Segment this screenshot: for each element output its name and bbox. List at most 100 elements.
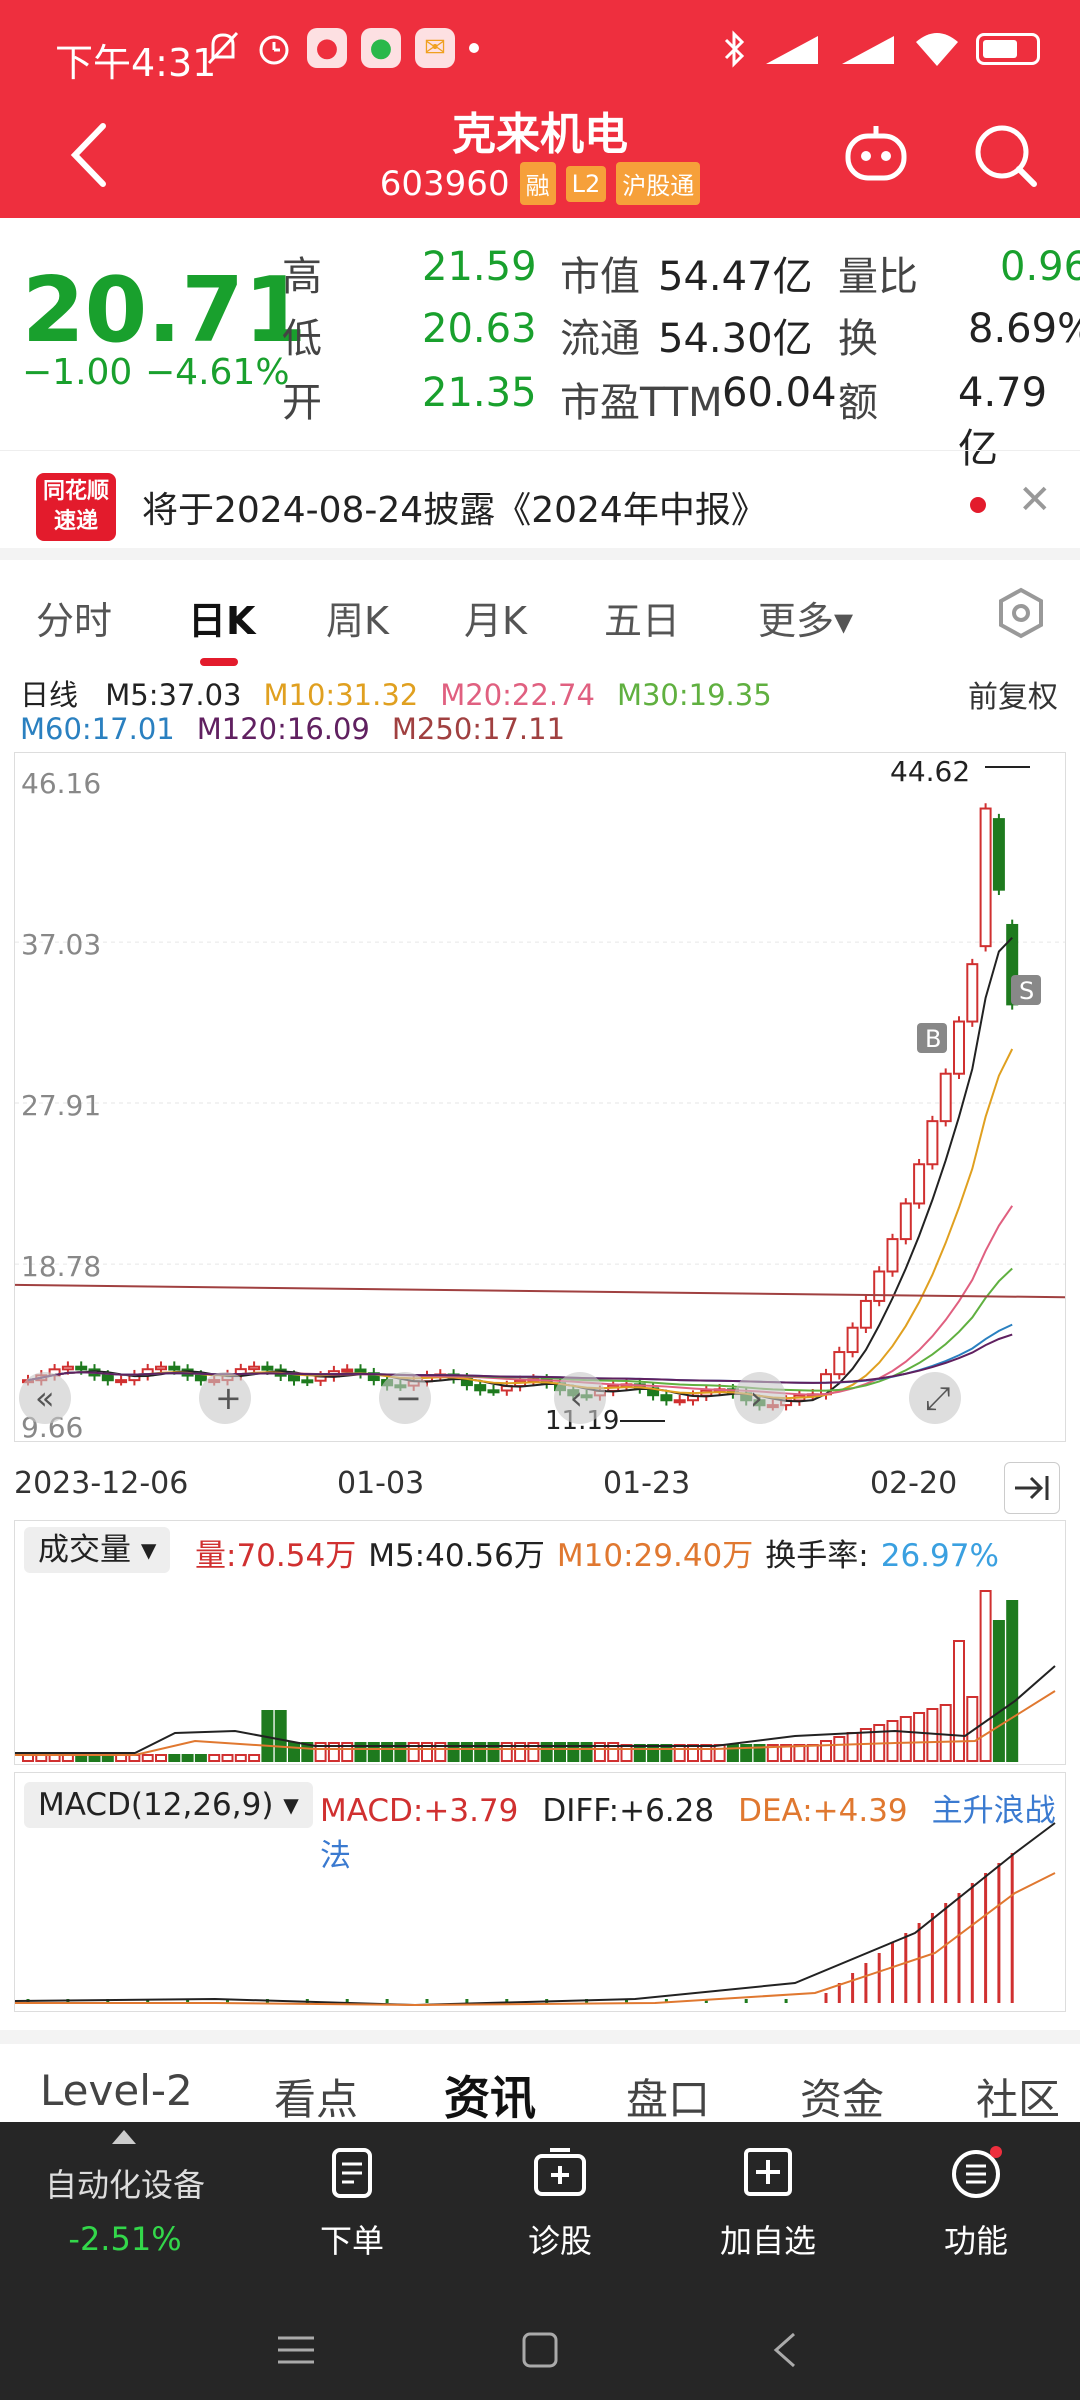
volume-bar (886, 1720, 899, 1762)
candle-body (61, 1365, 74, 1371)
tab-more[interactable]: 更多▾ (758, 590, 853, 645)
sector-change: -2.51% (68, 2220, 182, 2258)
tab-highlights[interactable]: 看点 (274, 2066, 358, 2127)
volume-legend: 量:70.54万 M5:40.56万 M10:29.40万 换手率: 26.97% (195, 1530, 1011, 1575)
order-label: 下单 (319, 2222, 384, 2260)
diagnose-icon (534, 2148, 586, 2196)
volume-bar (700, 1744, 713, 1762)
tab-level2[interactable]: Level-2 (40, 2066, 193, 2115)
search-icon[interactable] (970, 120, 1040, 190)
stock-code-row: 603960 融 L2 沪股通 (0, 162, 1080, 205)
y-axis-label: 27.91 (21, 1089, 101, 1122)
jump-to-latest-button[interactable] (1004, 1462, 1060, 1514)
adjustment-toggle[interactable]: 前复权 (968, 672, 1058, 716)
ma250-line (14, 1283, 1066, 1299)
expand-up-icon[interactable] (112, 2130, 136, 2144)
volume-indicator-select[interactable]: 成交量 ▾ (24, 1527, 171, 1573)
logo-line1: 同花顺 (42, 479, 109, 504)
tab-intraday[interactable]: 分时 (36, 590, 112, 645)
margin-badge: 融 (519, 162, 556, 205)
ma-value-1: M10:31.32 (263, 678, 419, 712)
volume-bar (713, 1744, 726, 1762)
back-nav-icon[interactable] (770, 2330, 800, 2370)
chart-nav-icon: + (215, 1379, 242, 1417)
diagnose-button[interactable]: 诊股 (490, 2146, 630, 2262)
notice-bar[interactable]: 同花顺 速递 将于2024-08-24披露《2024年中报》 ✕ (0, 450, 1080, 560)
app-notification-icon: ● (307, 28, 347, 68)
quote-turnover-value: 8.69% (968, 306, 1080, 352)
volume-bar (926, 1708, 939, 1762)
order-doc-icon (332, 2148, 372, 2198)
quote-high-label: 高 (282, 254, 322, 300)
candle-body (248, 1365, 261, 1371)
volume-bar (620, 1744, 633, 1762)
notice-text: 将于2024-08-24披露《2024年中报》 (142, 490, 767, 531)
volume-bar (846, 1732, 859, 1762)
volume-bar (221, 1754, 234, 1762)
close-icon[interactable]: ✕ (1018, 477, 1052, 523)
functions-button[interactable]: 功能 (906, 2146, 1046, 2262)
x-label-start: 2023-12-06 (14, 1466, 189, 1501)
status-time: 下午4:31 (55, 41, 217, 85)
robot-assistant-icon[interactable] (842, 122, 910, 186)
tab-five-day[interactable]: 五日 (604, 590, 680, 645)
chart-settings-icon[interactable] (995, 587, 1047, 639)
volume-bar (660, 1744, 673, 1762)
volume-bar (687, 1744, 699, 1762)
ma-row-1: 日线 M5:37.03 M10:31.32 M20:22.74 M30:19.35 (20, 672, 794, 714)
sell-marker-label: S (1019, 977, 1034, 1005)
menu-icon[interactable] (276, 2330, 316, 2370)
vol-legend-item-3: 换手率: (765, 1538, 869, 1574)
bluetooth-icon (724, 30, 745, 68)
vol-legend-item-4: 26.97% (880, 1538, 999, 1574)
candle-body (886, 1238, 899, 1273)
high-price-label: 44.62 (890, 755, 970, 788)
order-button[interactable]: 下单 (282, 2146, 422, 2262)
volume-bar (155, 1754, 167, 1762)
vol-legend-item-2: M10:29.40万 (556, 1538, 754, 1574)
add-watchlist-button[interactable]: 加自选 (698, 2146, 838, 2262)
period-tabs: 分时 日K 周K 月K 五日 更多▾ (0, 570, 1080, 670)
header: 下午4:31 ● ● ✉ 克来机电 603960 融 L2 沪股通 (0, 0, 1080, 218)
chart-nav-icon: ‹ (570, 1379, 583, 1417)
tab-news[interactable]: 资讯 (444, 2062, 536, 2128)
quote-mktcap-label: 市值 (560, 254, 640, 300)
volume-bar (953, 1640, 965, 1762)
kline-svg: 46.1637.0327.9118.789.6644.6211.19BS«+−‹… (14, 755, 1066, 1444)
ma-period-label: 日线 (20, 678, 79, 712)
tab-funds[interactable]: 资金 (800, 2066, 884, 2127)
chart-nav-icon: − (395, 1379, 422, 1417)
tab-community[interactable]: 社区 (976, 2066, 1060, 2127)
tab-weekly-k[interactable]: 周K (326, 590, 389, 645)
active-tab-indicator (200, 658, 238, 666)
ma-value-2: M20:22.74 (440, 678, 595, 712)
kline-chart[interactable]: 46.1637.0327.9118.789.6644.6211.19BS«+−‹… (14, 752, 1066, 1444)
quote-pe-label: 市盈TTM (560, 380, 723, 426)
macd-indicator-select[interactable]: MACD(12,26,9) ▾ (24, 1782, 313, 1828)
candle-body (833, 1351, 846, 1376)
wechat-icon: ● (361, 28, 401, 68)
candle-body (115, 1379, 128, 1384)
tab-order-book[interactable]: 盘口 (626, 2066, 710, 2127)
ma-value-b-1: M120:16.09 (196, 712, 370, 746)
ma-value-0: M5:37.03 (105, 678, 242, 712)
volume-bar (899, 1716, 912, 1762)
diagnose-label: 诊股 (527, 2222, 592, 2260)
x-label-4: 02-20 (870, 1466, 958, 1501)
functions-label: 功能 (943, 2222, 1008, 2260)
volume-bar (181, 1754, 194, 1762)
add-watchlist-label: 加自选 (719, 2222, 816, 2260)
sector-name[interactable]: 自动化设备 (40, 2160, 210, 2206)
tab-daily-k[interactable]: 日K (188, 590, 255, 645)
candle-body (899, 1202, 912, 1241)
candle-body (474, 1384, 487, 1392)
home-icon[interactable] (520, 2330, 560, 2370)
ma-value-b-0: M60:17.01 (20, 712, 175, 746)
ma-line (27, 936, 1013, 1403)
tab-monthly-k[interactable]: 月K (464, 590, 527, 645)
quote-volratio-value: 0.96 (1000, 244, 1080, 290)
y-axis-label: 37.03 (21, 928, 101, 961)
candle-body (846, 1326, 859, 1354)
quote-float-value: 54.30亿 (658, 316, 813, 362)
add-square-icon (744, 2148, 792, 2196)
